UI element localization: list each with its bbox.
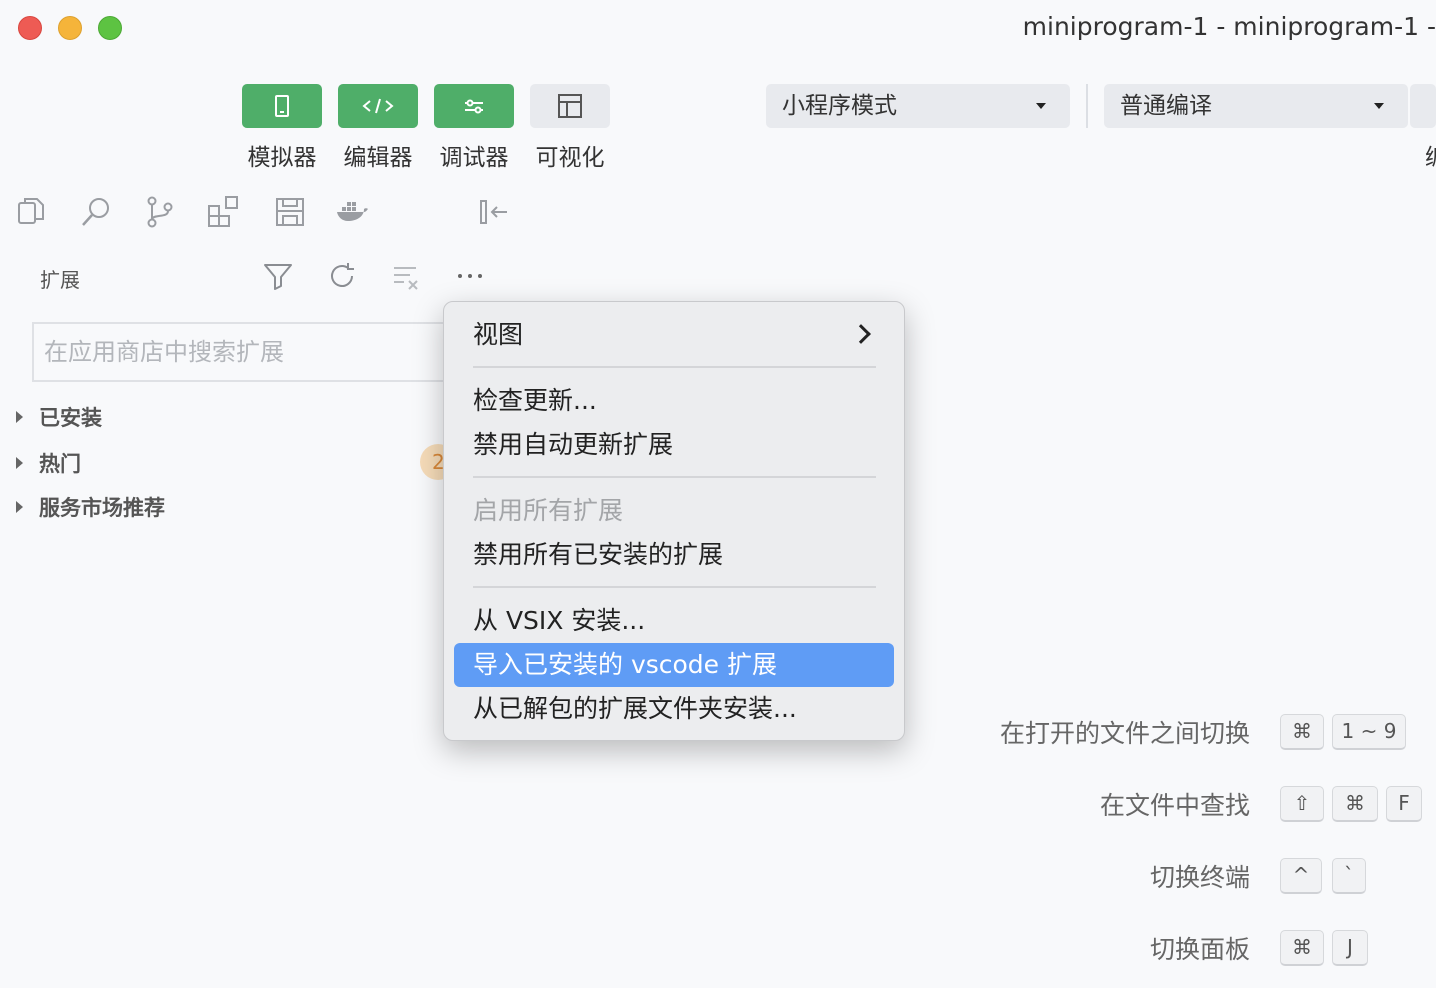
section-installed[interactable]: 已安装 bbox=[16, 402, 102, 432]
chevron-right-icon bbox=[851, 324, 871, 344]
menu-item-label: 禁用自动更新扩展 bbox=[473, 430, 674, 459]
section-popular[interactable]: 热门 bbox=[16, 448, 81, 478]
close-window-button[interactable] bbox=[18, 16, 42, 40]
sliders-icon bbox=[465, 99, 483, 114]
menu-item-label: 禁用所有已安装的扩展 bbox=[473, 540, 724, 569]
shortcut-key: F bbox=[1386, 786, 1422, 822]
clear-icon[interactable] bbox=[390, 260, 422, 292]
menu-item-label: 从已解包的扩展文件夹安装... bbox=[473, 694, 797, 723]
menu-separator bbox=[473, 476, 876, 478]
menu-separator bbox=[473, 586, 876, 588]
menu-item-check-updates[interactable]: 检查更新... bbox=[454, 379, 894, 423]
shortcut-key: ⇧ bbox=[1280, 786, 1324, 822]
visualize-label: 可视化 bbox=[535, 145, 605, 171]
chevron-right-icon bbox=[16, 411, 23, 423]
source-control-icon[interactable] bbox=[142, 194, 178, 230]
chevron-right-icon bbox=[16, 457, 23, 469]
menu-item-label: 导入已安装的 vscode 扩展 bbox=[473, 650, 778, 679]
docker-icon[interactable] bbox=[334, 194, 370, 230]
shortcut-key: ` bbox=[1332, 858, 1366, 894]
more-icon[interactable] bbox=[454, 260, 486, 292]
shortcut-key: 1 ~ 9 bbox=[1332, 714, 1406, 750]
menu-item-view[interactable]: 视图 bbox=[454, 313, 894, 357]
compile-select-value: 普通编译 bbox=[1120, 93, 1212, 119]
section-label: 已安装 bbox=[39, 406, 102, 430]
mode-select-value: 小程序模式 bbox=[782, 93, 897, 119]
menu-item-enable-all: 启用所有扩展 bbox=[454, 489, 894, 533]
search-placeholder: 在应用商店中搜索扩展 bbox=[44, 338, 284, 366]
simulator-button[interactable] bbox=[242, 84, 322, 128]
layout-icon bbox=[558, 94, 582, 118]
toolbar-overflow-label: 编 bbox=[1425, 138, 1436, 172]
shortcut-label: 在文件中查找 bbox=[1099, 791, 1250, 820]
context-menu: 视图 检查更新... 禁用自动更新扩展 启用所有扩展 禁用所有已安装的扩展 从 … bbox=[443, 301, 905, 741]
shortcut-key: J bbox=[1332, 930, 1368, 966]
menu-item-disable-all-installed[interactable]: 禁用所有已安装的扩展 bbox=[454, 533, 894, 577]
filter-icon[interactable] bbox=[262, 260, 294, 292]
section-label: 热门 bbox=[39, 452, 81, 476]
chevron-down-icon bbox=[1374, 103, 1384, 109]
window-title: miniprogram-1 - miniprogram-1 - bbox=[1022, 12, 1436, 41]
shortcut-key: ^ bbox=[1280, 858, 1322, 894]
extensions-icon[interactable] bbox=[206, 194, 242, 230]
menu-item-disable-auto-update[interactable]: 禁用自动更新扩展 bbox=[454, 423, 894, 467]
explorer-icon[interactable] bbox=[14, 194, 50, 230]
refresh-icon[interactable] bbox=[326, 260, 358, 292]
menu-item-install-from-folder[interactable]: 从已解包的扩展文件夹安装... bbox=[454, 687, 894, 731]
shortcut-label: 切换终端 bbox=[1149, 863, 1250, 892]
menu-item-label: 视图 bbox=[473, 320, 524, 349]
shortcut-key: ⌘ bbox=[1280, 714, 1324, 750]
collapse-panel-icon[interactable] bbox=[476, 194, 512, 230]
code-icon bbox=[362, 98, 394, 114]
mode-select[interactable]: 小程序模式 bbox=[766, 84, 1070, 128]
menu-item-install-vsix[interactable]: 从 VSIX 安装... bbox=[454, 599, 894, 643]
editor-button[interactable] bbox=[338, 84, 418, 128]
debugger-button[interactable] bbox=[434, 84, 514, 128]
menu-item-label: 启用所有扩展 bbox=[473, 496, 624, 525]
chevron-down-icon bbox=[1036, 103, 1046, 109]
toolbar-overflow-button[interactable] bbox=[1410, 84, 1436, 128]
section-label: 服务市场推荐 bbox=[39, 496, 165, 520]
phone-icon bbox=[275, 95, 289, 117]
editor-label: 编辑器 bbox=[343, 145, 413, 171]
visualize-button[interactable] bbox=[530, 84, 610, 128]
save-icon[interactable] bbox=[272, 194, 308, 230]
shortcut-label: 切换面板 bbox=[1149, 935, 1250, 964]
debugger-label: 调试器 bbox=[439, 145, 509, 171]
simulator-label: 模拟器 bbox=[247, 145, 317, 171]
panel-title: 扩展 bbox=[40, 268, 80, 292]
minimize-window-button[interactable] bbox=[58, 16, 82, 40]
compile-select[interactable]: 普通编译 bbox=[1104, 84, 1408, 128]
shortcut-key: ⌘ bbox=[1280, 930, 1324, 966]
chevron-right-icon bbox=[16, 501, 23, 513]
menu-item-import-vscode-extensions[interactable]: 导入已安装的 vscode 扩展 bbox=[454, 643, 894, 687]
menu-item-label: 检查更新... bbox=[473, 386, 597, 415]
section-recommended[interactable]: 服务市场推荐 bbox=[16, 492, 165, 522]
zoom-window-button[interactable] bbox=[98, 16, 122, 40]
menu-item-label: 从 VSIX 安装... bbox=[473, 606, 646, 635]
menu-separator bbox=[473, 366, 876, 368]
toolbar-divider bbox=[1086, 84, 1088, 128]
search-icon[interactable] bbox=[78, 194, 114, 230]
shortcut-label: 在打开的文件之间切换 bbox=[999, 719, 1250, 748]
shortcut-key: ⌘ bbox=[1332, 786, 1378, 822]
extension-search-input[interactable]: 在应用商店中搜索扩展 bbox=[32, 322, 472, 382]
